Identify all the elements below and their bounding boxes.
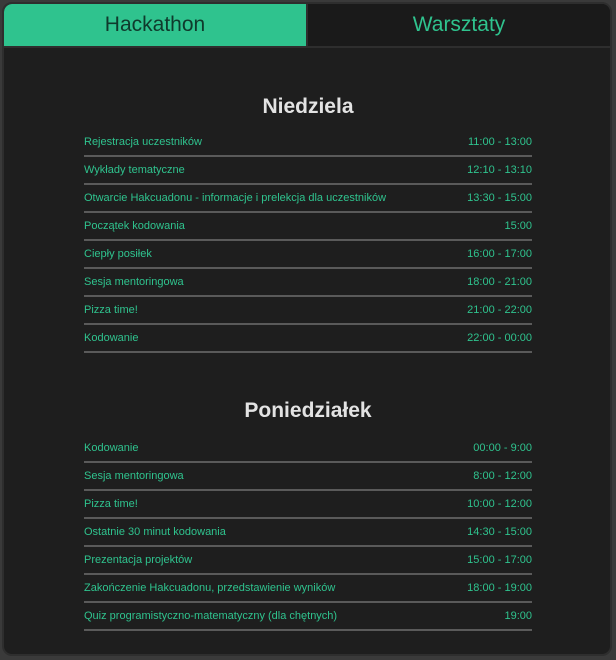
schedule-row: Prezentacja projektów 15:00 - 17:00 — [84, 547, 532, 575]
schedule-row: Kodowanie 00:00 - 9:00 — [84, 435, 532, 463]
schedule-row: Sesja mentoringowa 18:00 - 21:00 — [84, 269, 532, 297]
event-time: 13:30 - 15:00 — [467, 192, 532, 204]
day-title-poniedzialek: Poniedziałek — [244, 399, 372, 422]
schedule-row: Quiz programistyczno-matematyczny (dla c… — [84, 603, 532, 631]
schedule-row: Wykłady tematyczne 12:10 - 13:10 — [84, 157, 532, 185]
schedule-row: Pizza time! 10:00 - 12:00 — [84, 491, 532, 519]
event-name: Quiz programistyczno-matematyczny (dla c… — [84, 610, 338, 622]
event-time: 21:00 - 22:00 — [467, 304, 532, 316]
schedule-list-niedziela: Rejestracja uczestników 11:00 - 13:00 Wyk… — [84, 129, 532, 353]
tab-hackathon[interactable]: Hackathon — [4, 4, 306, 46]
event-time: 18:00 - 21:00 — [467, 276, 532, 288]
event-name: Rejestracja uczestników — [84, 136, 202, 148]
event-name: Początek kodowania — [84, 220, 185, 232]
schedule-panel: Hackathon Warsztaty Niedziela Rejestracj… — [2, 2, 612, 656]
event-time: 15:00 - 17:00 — [467, 554, 532, 566]
event-time: 10:00 - 12:00 — [467, 498, 532, 510]
event-name: Kodowanie — [84, 332, 139, 344]
event-name: Ostatnie 30 minut kodowania — [84, 526, 226, 538]
event-name: Wykłady tematyczne — [84, 164, 185, 176]
schedule-row: Ciepły posiłek 16:00 - 17:00 — [84, 241, 532, 269]
schedule-row: Początek kodowania 15:00 — [84, 213, 532, 241]
event-time: 00:00 - 9:00 — [473, 442, 532, 454]
event-time: 19:00 — [504, 610, 532, 622]
event-name: Sesja mentoringowa — [84, 276, 184, 288]
event-time: 18:00 - 19:00 — [467, 582, 532, 594]
event-time: 14:30 - 15:00 — [467, 526, 532, 538]
schedule-row: Otwarcie Hakcuadonu - informacje i prele… — [84, 185, 532, 213]
event-time: 12:10 - 13:10 — [467, 164, 532, 176]
schedule-row: Pizza time! 21:00 - 22:00 — [84, 297, 532, 325]
schedule-row: Ostatnie 30 minut kodowania 14:30 - 15:00 — [84, 519, 532, 547]
event-name: Zakończenie Hakcuadonu, przedstawienie w… — [84, 582, 336, 594]
tab-warsztaty[interactable]: Warsztaty — [306, 4, 610, 46]
event-name: Prezentacja projektów — [84, 554, 193, 566]
schedule-content: Niedziela Rejestracja uczestników 11:00 -… — [4, 48, 610, 631]
schedule-row: Zakończenie Hakcuadonu, przedstawienie w… — [84, 575, 532, 603]
tab-bar: Hackathon Warsztaty — [4, 4, 610, 48]
event-time: 8:00 - 12:00 — [473, 470, 532, 482]
event-name: Pizza time! — [84, 498, 138, 510]
schedule-row: Rejestracja uczestników 11:00 - 13:00 — [84, 129, 532, 157]
day-title-niedziela: Niedziela — [262, 95, 354, 118]
event-time: 22:00 - 00:00 — [467, 332, 532, 344]
event-name: Pizza time! — [84, 304, 138, 316]
event-name: Ciepły posiłek — [84, 248, 152, 260]
event-name: Kodowanie — [84, 442, 139, 454]
event-name: Sesja mentoringowa — [84, 470, 184, 482]
event-time: 16:00 - 17:00 — [467, 248, 532, 260]
event-time: 11:00 - 13:00 — [467, 136, 532, 148]
schedule-list-poniedzialek: Kodowanie 00:00 - 9:00 Sesja mentoringowa… — [84, 435, 532, 631]
schedule-row: Kodowanie 22:00 - 00:00 — [84, 325, 532, 353]
event-time: 15:00 — [504, 220, 532, 232]
event-name: Otwarcie Hakcuadonu - informacje i prele… — [84, 192, 387, 204]
schedule-row: Sesja mentoringowa 8:00 - 12:00 — [84, 463, 532, 491]
